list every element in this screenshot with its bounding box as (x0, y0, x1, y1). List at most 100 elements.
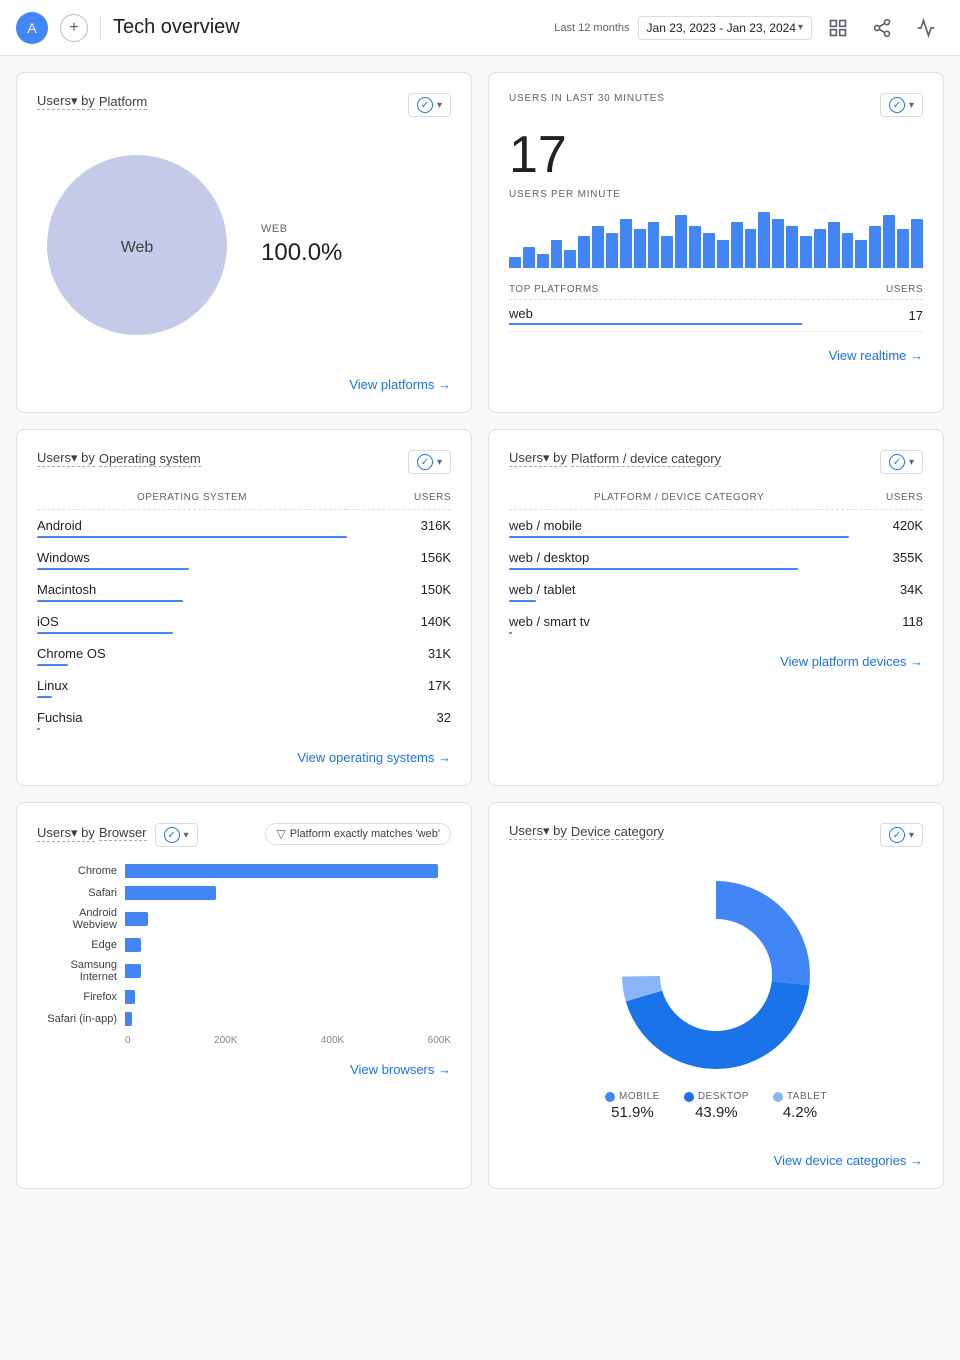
platform-device-value: 420K (849, 510, 923, 543)
platform-pie-container: Web WEB 100.0% (37, 129, 451, 361)
realtime-bar (578, 236, 590, 268)
realtime-bar (648, 222, 660, 268)
device-legend-dot (773, 1092, 783, 1102)
realtime-bar (606, 233, 618, 268)
device-donut-container: MOBILE 51.9% DESKTOP 43.9% TABLET 4.2% (509, 859, 923, 1137)
checkmark-icon: ✓ (889, 97, 905, 113)
os-name: Windows (37, 542, 347, 574)
realtime-bar (814, 229, 826, 268)
realtime-bar (883, 215, 895, 268)
platform-device-card-title: Users▾ by Platform / device category (509, 450, 721, 467)
browser-compare-button[interactable]: ✓ ▾ (155, 823, 198, 847)
browser-x-axis-label: 200K (214, 1035, 237, 1046)
device-card-header: Users▾ by Device category ✓ ▾ (509, 823, 923, 847)
browser-bar-row: Safari (37, 885, 451, 901)
realtime-bar (897, 229, 909, 268)
header-divider (100, 16, 101, 40)
browser-bar-row: Edge (37, 937, 451, 953)
device-legend-dot (605, 1092, 615, 1102)
os-title-link[interactable]: Operating system (99, 451, 201, 467)
browser-x-axis: 0200K400K600K (37, 1035, 451, 1046)
realtime-compare-button[interactable]: ✓ ▾ (880, 93, 923, 117)
date-range-picker[interactable]: Jan 23, 2023 - Jan 23, 2024 ▾ (638, 16, 812, 40)
platform-compare-button[interactable]: ✓ ▾ (408, 93, 451, 117)
users-by-device-card: Users▾ by Device category ✓ ▾ (488, 802, 944, 1189)
platform-device-table-row: web / desktop 355K (509, 542, 923, 574)
browser-filter-badge[interactable]: ▽ Platform exactly matches 'web' (265, 823, 451, 845)
device-title-prefix: Users▾ by (509, 823, 567, 840)
device-legend-item: TABLET 4.2% (773, 1091, 827, 1121)
realtime-bar (509, 257, 521, 268)
os-name: iOS (37, 606, 347, 638)
browser-bar-wrap (125, 963, 451, 979)
header-controls: Last 12 months Jan 23, 2023 - Jan 23, 20… (554, 10, 944, 46)
browser-filter-text: Platform exactly matches 'web' (290, 828, 440, 840)
header: A + Tech overview Last 12 months Jan 23,… (0, 0, 960, 56)
view-device-categories-link[interactable]: View device categories → (509, 1153, 923, 1168)
device-legend-value: 51.9% (611, 1104, 654, 1121)
date-range-label: Last 12 months (554, 22, 629, 34)
realtime-table-row: web 17 (509, 300, 923, 332)
os-table-row: Chrome OS 31K (37, 638, 451, 670)
os-title-prefix: Users▾ by (37, 450, 95, 467)
browser-title-link[interactable]: Browser (99, 825, 147, 841)
realtime-card-header: USERS IN LAST 30 MINUTES ✓ ▾ (509, 93, 923, 117)
device-legend-item: MOBILE 51.9% (605, 1091, 660, 1121)
realtime-bar (717, 240, 729, 268)
realtime-bar (758, 212, 770, 268)
platform-device-table-row: web / mobile 420K (509, 510, 923, 543)
platform-device-compare-button[interactable]: ✓ ▾ (880, 450, 923, 474)
view-platforms-link[interactable]: View platforms → (37, 377, 451, 392)
platform-device-bar (509, 536, 849, 538)
device-legend-value: 43.9% (695, 1104, 738, 1121)
platform-device-title-link[interactable]: Platform / device category (571, 451, 721, 467)
browser-x-axis-label: 400K (321, 1035, 344, 1046)
browser-bar-row: Samsung Internet (37, 959, 451, 983)
os-value: 316K (347, 510, 451, 543)
device-compare-button[interactable]: ✓ ▾ (880, 823, 923, 847)
os-bar (37, 600, 183, 602)
os-table-row: Android 316K (37, 510, 451, 543)
users-by-os-card: Users▾ by Operating system ✓ ▾ OPERATING… (16, 429, 472, 786)
platform-card-title: Users▾ by Platform (37, 93, 147, 110)
os-compare-button[interactable]: ✓ ▾ (408, 450, 451, 474)
analytics-icon-button[interactable] (908, 10, 944, 46)
platform-users-value: 17 (802, 300, 923, 332)
browser-label: Safari (in-app) (37, 1013, 117, 1025)
device-legend-item: DESKTOP 43.9% (684, 1091, 749, 1121)
platform-title-link[interactable]: Platform (99, 94, 147, 110)
browser-bar-wrap (125, 863, 451, 879)
date-range-value: Jan 23, 2023 - Jan 23, 2024 (647, 21, 796, 35)
device-legend: MOBILE 51.9% DESKTOP 43.9% TABLET 4.2% (605, 1091, 827, 1121)
os-bar (37, 664, 68, 666)
os-name: Chrome OS (37, 638, 347, 670)
checkmark-icon: ✓ (889, 827, 905, 843)
browser-bar-wrap (125, 885, 451, 901)
add-button[interactable]: + (60, 14, 88, 42)
realtime-bar (634, 229, 646, 268)
browser-bar-wrap (125, 911, 451, 927)
realtime-card: USERS IN LAST 30 MINUTES ✓ ▾ 17 USERS PE… (488, 72, 944, 413)
browser-label: Android Webview (37, 907, 117, 931)
os-users-col-header: USERS (347, 486, 451, 510)
realtime-bar (689, 226, 701, 268)
browser-card-header: Users▾ by Browser ✓ ▾ ▽ Platform exactly… (37, 823, 451, 847)
view-platform-devices-link[interactable]: View platform devices → (509, 654, 923, 669)
device-title-link[interactable]: Device category (571, 824, 664, 840)
platform-device-bar (509, 632, 512, 634)
platform-device-card-header: Users▾ by Platform / device category ✓ ▾ (509, 450, 923, 474)
chevron-down-icon: ▾ (909, 457, 914, 468)
os-name: Linux (37, 670, 347, 702)
view-browsers-link[interactable]: View browsers → (37, 1062, 451, 1077)
os-bar (37, 568, 189, 570)
top-platforms-header: TOP PLATFORMS (509, 280, 802, 300)
view-realtime-link[interactable]: View realtime → (509, 348, 923, 363)
os-table-row: Windows 156K (37, 542, 451, 574)
view-os-link[interactable]: View operating systems → (37, 750, 451, 765)
os-value: 31K (347, 638, 451, 670)
users-by-browser-card: Users▾ by Browser ✓ ▾ ▽ Platform exactly… (16, 802, 472, 1189)
platform-device-name: web / mobile (509, 510, 849, 543)
realtime-bar (828, 222, 840, 268)
chart-icon-button[interactable] (820, 10, 856, 46)
share-icon-button[interactable] (864, 10, 900, 46)
